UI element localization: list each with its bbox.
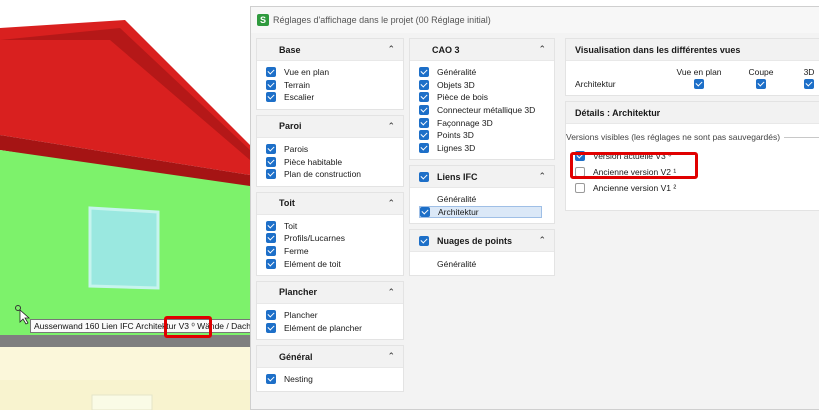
- highlight-box-version: [570, 152, 698, 179]
- option-profils-lucarnes[interactable]: Profils/Lucarnes: [266, 232, 403, 245]
- card-toit: Toit ⌃ Toit Profils/Lucarnes Ferme Elémen…: [256, 191, 404, 276]
- card-liens-ifc-header[interactable]: Liens IFC ⌃: [410, 166, 554, 189]
- option-ferme[interactable]: Ferme: [266, 245, 403, 258]
- checkbox-checked[interactable]: [266, 233, 276, 244]
- chevron-up-icon[interactable]: ⌃: [387, 351, 395, 362]
- option-generalite[interactable]: Généralité: [419, 66, 554, 79]
- checkbox-checked[interactable]: [266, 246, 276, 257]
- checkbox-coupe[interactable]: [756, 79, 766, 89]
- option-terrain[interactable]: Terrain: [266, 79, 403, 92]
- chevron-up-icon[interactable]: ⌃: [538, 235, 546, 246]
- option-connecteur-metallique-3d[interactable]: Connecteur métallique 3D: [419, 104, 554, 117]
- dialog-titlebar[interactable]: S Réglages d'affichage dans le projet (0…: [251, 7, 819, 33]
- card-details-header: Détails : Architektur: [566, 102, 819, 124]
- checkbox-checked[interactable]: [266, 310, 276, 321]
- chevron-up-icon[interactable]: ⌃: [387, 121, 395, 132]
- app-icon: S: [257, 14, 269, 26]
- checkbox-checked[interactable]: [419, 117, 429, 128]
- option-points-3d[interactable]: Points 3D: [419, 129, 554, 142]
- option-liens-generalite[interactable]: Généralité: [419, 193, 554, 206]
- checkbox-unchecked[interactable]: [575, 183, 585, 193]
- card-cao3: CAO 3 ⌃ Généralité Objets 3D Pièce de boi…: [409, 38, 555, 161]
- option-nuages-generalite[interactable]: Généralité: [419, 257, 554, 270]
- option-objets-3d[interactable]: Objets 3D: [419, 79, 554, 92]
- dialog-title: Réglages d'affichage dans le projet (00 …: [273, 15, 491, 25]
- highlight-box-tooltip: [164, 316, 212, 338]
- option-parois[interactable]: Parois: [266, 143, 403, 156]
- checkbox-vue-en-plan[interactable]: [694, 79, 704, 89]
- wall-lower: [0, 347, 250, 380]
- chevron-up-icon[interactable]: ⌃: [538, 44, 546, 55]
- option-element-de-toit[interactable]: Elément de toit: [266, 257, 403, 270]
- option-piece-de-bois[interactable]: Pièce de bois: [419, 91, 554, 104]
- 3d-viewport[interactable]: Aussenwand 160 Lien IFC Architektur V3 ⁰…: [0, 0, 250, 410]
- row-architektur-label: Architektur: [575, 79, 616, 89]
- option-toit[interactable]: Toit: [266, 220, 403, 233]
- card-nuages-header[interactable]: Nuages de points ⌃: [410, 230, 554, 253]
- option-element-de-plancher[interactable]: Elément de plancher: [266, 322, 403, 335]
- settings-column-3: Visualisation dans les différentes vues …: [565, 38, 819, 216]
- card-base-header[interactable]: Base ⌃: [257, 39, 403, 61]
- card-plancher: Plancher ⌃ Plancher Elément de plancher: [256, 280, 404, 341]
- settings-column-2: CAO 3 ⌃ Généralité Objets 3D Pièce de boi…: [409, 38, 555, 281]
- card-nuages-de-points: Nuages de points ⌃ Généralité: [409, 229, 555, 276]
- card-paroi: Paroi ⌃ Parois Pièce habitable Plan de co…: [256, 114, 404, 187]
- col-vue-en-plan: Vue en plan: [676, 67, 722, 77]
- chevron-up-icon[interactable]: ⌃: [538, 171, 546, 182]
- checkbox-checked[interactable]: [266, 156, 276, 167]
- versions-section: Versions visibles (les réglages ne sont …: [566, 132, 819, 142]
- settings-column-1: Base ⌃ Vue en plan Terrain Escalier Paroi…: [256, 38, 404, 397]
- card-plancher-header[interactable]: Plancher ⌃: [257, 281, 403, 304]
- option-vue-en-plan[interactable]: Vue en plan: [266, 66, 403, 79]
- checkbox-checked[interactable]: [266, 169, 276, 180]
- card-visualisation-header: Visualisation dans les différentes vues: [566, 39, 819, 61]
- option-piece-habitable[interactable]: Pièce habitable: [266, 155, 403, 168]
- building-model[interactable]: [0, 0, 250, 410]
- card-toit-header[interactable]: Toit ⌃: [257, 192, 403, 215]
- option-architektur[interactable]: Architektur: [419, 205, 542, 219]
- checkbox-checked[interactable]: [266, 67, 276, 78]
- checkbox-checked[interactable]: [419, 171, 429, 182]
- card-general-header[interactable]: Général ⌃: [257, 346, 403, 369]
- checkbox-checked[interactable]: [419, 92, 429, 103]
- window-lower: [91, 394, 153, 410]
- checkbox-checked[interactable]: [420, 207, 430, 218]
- checkbox-checked[interactable]: [266, 374, 276, 385]
- chevron-up-icon[interactable]: ⌃: [387, 287, 395, 298]
- checkbox-checked[interactable]: [266, 258, 276, 269]
- checkbox-checked[interactable]: [419, 130, 429, 141]
- col-3d: 3D: [803, 67, 815, 77]
- checkbox-checked[interactable]: [419, 105, 429, 116]
- element-tooltip: Aussenwand 160 Lien IFC Architektur V3 ⁰…: [30, 319, 250, 333]
- checkbox-checked[interactable]: [419, 67, 429, 78]
- card-paroi-header[interactable]: Paroi ⌃: [257, 115, 403, 138]
- card-base: Base ⌃ Vue en plan Terrain Escalier: [256, 38, 404, 110]
- checkbox-checked[interactable]: [266, 144, 276, 155]
- version-v1-option[interactable]: Ancienne version V1 ²: [566, 180, 819, 196]
- chevron-up-icon[interactable]: ⌃: [387, 44, 395, 55]
- chevron-up-icon[interactable]: ⌃: [387, 198, 395, 209]
- card-visualisation: Visualisation dans les différentes vues …: [565, 38, 819, 96]
- card-liens-ifc: Liens IFC ⌃ Généralité Architektur: [409, 165, 555, 225]
- checkbox-checked[interactable]: [266, 322, 276, 333]
- checkbox-checked[interactable]: [266, 220, 276, 231]
- checkbox-checked[interactable]: [419, 142, 429, 153]
- window-upper: [88, 206, 160, 290]
- option-plancher[interactable]: Plancher: [266, 309, 403, 322]
- option-faconnage-3d[interactable]: Façonnage 3D: [419, 116, 554, 129]
- checkbox-checked[interactable]: [266, 92, 276, 103]
- option-lignes-3d[interactable]: Lignes 3D: [419, 142, 554, 155]
- option-plan-de-construction[interactable]: Plan de construction: [266, 168, 403, 181]
- checkbox-checked[interactable]: [266, 79, 276, 90]
- option-nesting[interactable]: Nesting: [266, 373, 403, 386]
- option-escalier[interactable]: Escalier: [266, 91, 403, 104]
- checkbox-checked[interactable]: [419, 235, 429, 246]
- card-general: Général ⌃ Nesting: [256, 345, 404, 392]
- floor-slab: [0, 335, 250, 347]
- card-cao3-header[interactable]: CAO 3 ⌃: [410, 39, 554, 61]
- checkbox-3d[interactable]: [804, 79, 814, 89]
- checkbox-checked[interactable]: [419, 79, 429, 90]
- col-coupe: Coupe: [748, 67, 774, 77]
